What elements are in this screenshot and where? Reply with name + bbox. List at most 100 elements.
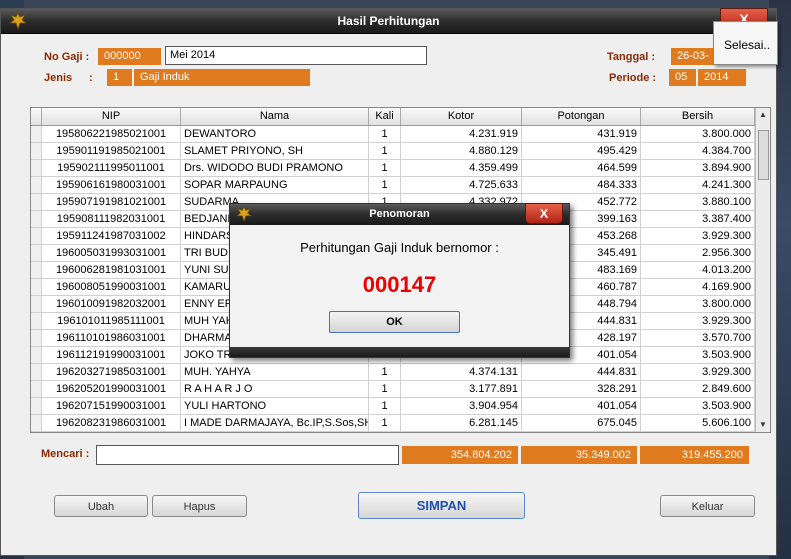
- cell-bersih: 3.503.900: [641, 347, 755, 363]
- total-bersih: 319.455.200: [640, 446, 749, 464]
- simpan-button[interactable]: SIMPAN: [358, 492, 525, 519]
- cell-nip: 196101011985111001: [42, 313, 181, 329]
- cell-nama: R A H A R J O: [181, 381, 369, 397]
- cell-kali: 1: [369, 398, 401, 414]
- hapus-button[interactable]: Hapus: [152, 495, 247, 517]
- cell-bersih: 3.800.000: [641, 296, 755, 312]
- numbering-dialog: Penomoran X Perhitungan Gaji Induk berno…: [229, 203, 570, 358]
- row-indicator[interactable]: [31, 245, 42, 261]
- cell-kotor: 3.177.891: [401, 381, 522, 397]
- dialog-close-button[interactable]: X: [525, 203, 563, 224]
- tanggal-field[interactable]: 26-03-: [671, 48, 714, 65]
- scroll-thumb[interactable]: [758, 130, 769, 180]
- table-row[interactable]: 195902111995011001 Drs. WIDODO BUDI PRAMO…: [31, 160, 756, 177]
- cell-kotor: 4.725.633: [401, 177, 522, 193]
- row-indicator[interactable]: [31, 194, 42, 210]
- header-kotor[interactable]: Kotor: [401, 108, 522, 125]
- row-indicator[interactable]: [31, 313, 42, 329]
- keluar-button[interactable]: Keluar: [660, 495, 755, 517]
- row-indicator[interactable]: [31, 228, 42, 244]
- cell-bersih: 3.894.900: [641, 160, 755, 176]
- cell-bersih: 3.929.300: [641, 364, 755, 380]
- scroll-up-icon[interactable]: ▲: [756, 108, 770, 122]
- jenis-colon: :: [89, 72, 93, 84]
- cell-kotor: 4.374.131: [401, 364, 522, 380]
- row-indicator[interactable]: [31, 330, 42, 346]
- cell-bersih: 5.606.100: [641, 415, 755, 431]
- popup-menu: Selesai..: [713, 21, 778, 65]
- selesai-menu-item[interactable]: Selesai..: [724, 38, 770, 52]
- cell-potongan: 444.831: [522, 364, 641, 380]
- cell-nama: Drs. WIDODO BUDI PRAMONO: [181, 160, 369, 176]
- table-row[interactable]: 195806221985021001 DEWANTORO 1 4.231.919 431…: [31, 126, 756, 143]
- row-indicator[interactable]: [31, 126, 42, 142]
- cell-bersih: 3.880.100: [641, 194, 755, 210]
- jenis-code-field[interactable]: 1: [107, 69, 132, 86]
- cell-kotor: 4.880.129: [401, 143, 522, 159]
- ubah-button[interactable]: Ubah: [54, 495, 148, 517]
- search-label: Mencari :: [41, 448, 90, 460]
- row-indicator[interactable]: [31, 381, 42, 397]
- month-field[interactable]: Mei 2014: [165, 46, 427, 65]
- cell-nip: 195902111995011001: [42, 160, 181, 176]
- dialog-message: Perhitungan Gaji Induk bernomor :: [300, 240, 499, 255]
- cell-kali: 1: [369, 160, 401, 176]
- cell-nip: 195806221985021001: [42, 126, 181, 142]
- dialog-ok-button[interactable]: OK: [329, 311, 460, 333]
- header-nama[interactable]: Nama: [181, 108, 369, 125]
- jenis-name-field[interactable]: Gaji Induk: [134, 69, 310, 86]
- cell-bersih: 2.849.600: [641, 381, 755, 397]
- table-row[interactable]: 195901191985021001 SLAMET PRIYONO, SH 1 4.8…: [31, 143, 756, 160]
- dialog-title-bar[interactable]: Penomoran X: [230, 203, 569, 225]
- row-indicator[interactable]: [31, 347, 42, 363]
- table-row[interactable]: 196203271985031001 MUH. YAHYA 1 4.374.131 44…: [31, 364, 756, 381]
- no-gaji-label: No Gaji :: [44, 51, 90, 63]
- row-indicator[interactable]: [31, 262, 42, 278]
- cell-nip: 196005031993031001: [42, 245, 181, 261]
- cell-nip: 196112191990031001: [42, 347, 181, 363]
- table-row[interactable]: 196207151990031001 YULI HARTONO 1 3.904.954…: [31, 398, 756, 415]
- header-bersih[interactable]: Bersih: [641, 108, 755, 125]
- row-indicator[interactable]: [31, 415, 42, 431]
- no-gaji-field[interactable]: 000000: [98, 48, 161, 65]
- periode-month-field[interactable]: 05: [669, 69, 696, 86]
- table-row[interactable]: 195906161980031001 SOPAR MARPAUNG 1 4.725.6…: [31, 177, 756, 194]
- search-input[interactable]: [96, 445, 399, 465]
- total-kotor: 354.804.202: [402, 446, 518, 464]
- cell-bersih: 3.929.300: [641, 228, 755, 244]
- cell-potongan: 328.291: [522, 381, 641, 397]
- cell-nip: 196110101986031001: [42, 330, 181, 346]
- row-indicator[interactable]: [31, 279, 42, 295]
- cell-bersih: 3.929.300: [641, 313, 755, 329]
- cell-nip: 195908111982031001: [42, 211, 181, 227]
- row-indicator[interactable]: [31, 160, 42, 176]
- periode-year-field[interactable]: 2014: [698, 69, 746, 86]
- scroll-down-icon[interactable]: ▼: [756, 418, 770, 432]
- cell-potongan: 675.045: [522, 415, 641, 431]
- cell-bersih: 3.570.700: [641, 330, 755, 346]
- vertical-scrollbar[interactable]: ▲ ▼: [755, 108, 770, 432]
- cell-potongan: 401.054: [522, 398, 641, 414]
- row-indicator[interactable]: [31, 364, 42, 380]
- row-indicator[interactable]: [31, 398, 42, 414]
- row-indicator[interactable]: [31, 143, 42, 159]
- cell-nip: 196207151990031001: [42, 398, 181, 414]
- window-title: Hasil Perhitungan: [337, 14, 440, 28]
- cell-nama: MUH. YAHYA: [181, 364, 369, 380]
- cell-kali: 1: [369, 364, 401, 380]
- header-kali[interactable]: Kali: [369, 108, 401, 125]
- table-row[interactable]: 196208231986031001 I MADE DARMAJAYA, Bc.I…: [31, 415, 756, 432]
- title-bar[interactable]: Hasil Perhitungan X: [1, 8, 776, 34]
- cell-nip: 196010091982032001: [42, 296, 181, 312]
- cell-nip: 196205201990031001: [42, 381, 181, 397]
- cell-kali: 1: [369, 381, 401, 397]
- cell-kali: 1: [369, 177, 401, 193]
- table-row[interactable]: 196205201990031001 R A H A R J O 1 3.177.89…: [31, 381, 756, 398]
- total-potongan: 35.349.002: [521, 446, 637, 464]
- row-indicator[interactable]: [31, 211, 42, 227]
- row-indicator[interactable]: [31, 177, 42, 193]
- cell-bersih: 4.013.200: [641, 262, 755, 278]
- row-indicator[interactable]: [31, 296, 42, 312]
- header-nip[interactable]: NIP: [42, 108, 181, 125]
- header-potongan[interactable]: Potongan: [522, 108, 641, 125]
